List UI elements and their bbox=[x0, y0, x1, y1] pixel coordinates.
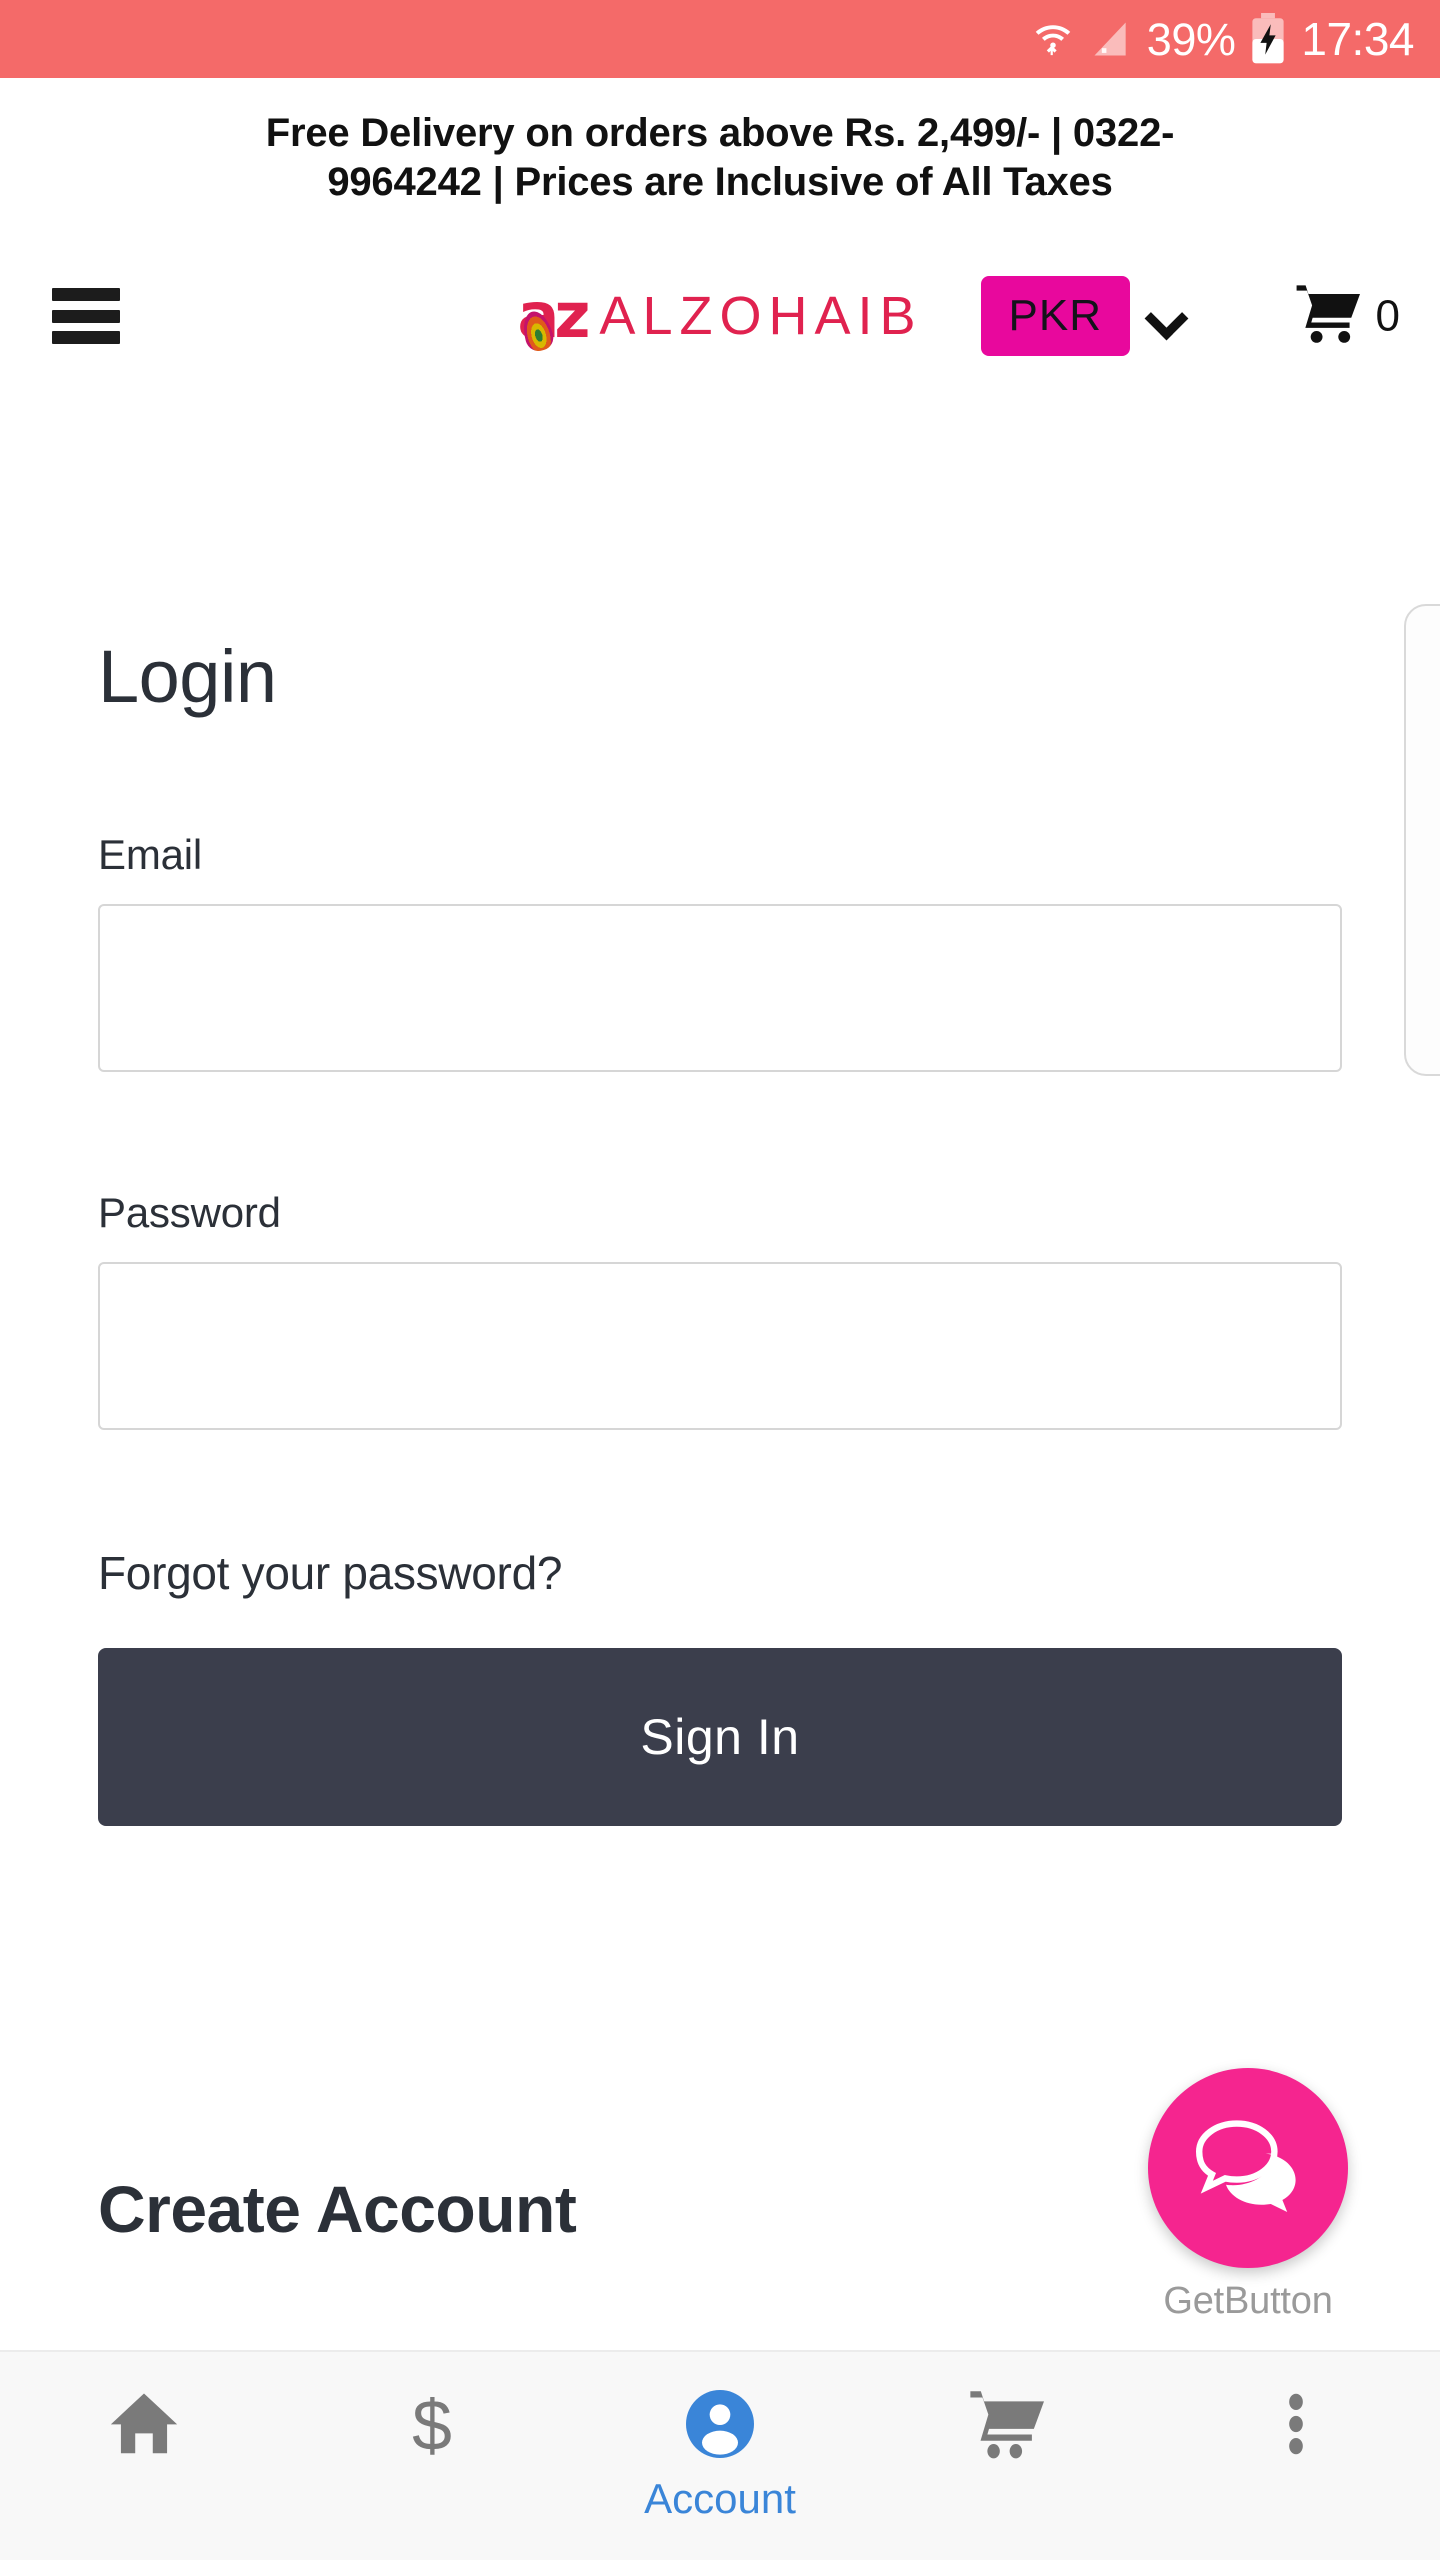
password-input[interactable] bbox=[98, 1262, 1342, 1430]
bottom-navigation: $ Account bbox=[0, 2350, 1440, 2560]
nav-item-cart[interactable] bbox=[864, 2378, 1152, 2478]
nav-item-account[interactable]: Account bbox=[576, 2378, 864, 2520]
wifi-icon bbox=[1031, 17, 1075, 61]
nav-item-more[interactable] bbox=[1152, 2378, 1440, 2478]
account-person-icon bbox=[680, 2378, 760, 2470]
clock-time: 17:34 bbox=[1301, 13, 1414, 65]
svg-text:$: $ bbox=[412, 2386, 452, 2463]
email-input[interactable] bbox=[98, 904, 1342, 1072]
nav-label-account: Account bbox=[644, 2475, 796, 2522]
password-field-group: Password bbox=[98, 1192, 1342, 1430]
app-screen: 39% 17:34 Free Delivery on orders above … bbox=[0, 0, 1440, 2560]
more-vertical-icon bbox=[1266, 2378, 1326, 2470]
nav-item-home[interactable] bbox=[0, 2378, 288, 2478]
home-icon bbox=[105, 2378, 183, 2470]
sign-in-button[interactable]: Sign In bbox=[98, 1648, 1342, 1826]
announcement-bar: Free Delivery on orders above Rs. 2,499/… bbox=[0, 78, 1440, 238]
hamburger-menu-icon[interactable] bbox=[52, 288, 120, 344]
email-label: Email bbox=[98, 831, 203, 878]
chat-widget-label: GetButton bbox=[1163, 2280, 1333, 2322]
site-header: az ALZOHAIB PKR 0 bbox=[0, 246, 1440, 386]
cellular-signal-icon bbox=[1089, 17, 1133, 61]
currency-value: PKR bbox=[980, 276, 1130, 356]
forgot-password-link[interactable]: Forgot your password? bbox=[98, 1550, 1342, 1596]
battery-charging-icon bbox=[1249, 13, 1287, 65]
currency-selector[interactable]: PKR bbox=[980, 276, 1182, 356]
status-bar: 39% 17:34 bbox=[0, 0, 1440, 78]
chat-widget[interactable]: GetButton bbox=[1148, 2068, 1348, 2320]
page-title: Login bbox=[98, 635, 277, 718]
shopping-cart-icon bbox=[968, 2378, 1048, 2470]
announcement-line-2: 9964242 | Prices are Inclusive of All Ta… bbox=[327, 160, 1113, 204]
chevron-down-icon[interactable] bbox=[1148, 299, 1182, 333]
email-field-group: Email bbox=[98, 834, 1342, 1072]
battery-percent: 39% bbox=[1146, 13, 1236, 65]
nav-item-currency[interactable]: $ bbox=[288, 2378, 576, 2478]
cart-count: 0 bbox=[1375, 291, 1400, 340]
shopping-cart-icon bbox=[1294, 283, 1364, 350]
dollar-sign-icon: $ bbox=[393, 2378, 471, 2470]
announcement-line-1: Free Delivery on orders above Rs. 2,499/… bbox=[265, 111, 1175, 156]
logo-wordmark: ALZOHAIB bbox=[599, 286, 923, 346]
cart-button[interactable]: 0 bbox=[1294, 283, 1400, 350]
password-label: Password bbox=[98, 1189, 281, 1236]
chat-bubbles-icon[interactable] bbox=[1148, 2068, 1348, 2268]
brand-logo[interactable]: az ALZOHAIB bbox=[517, 285, 923, 355]
